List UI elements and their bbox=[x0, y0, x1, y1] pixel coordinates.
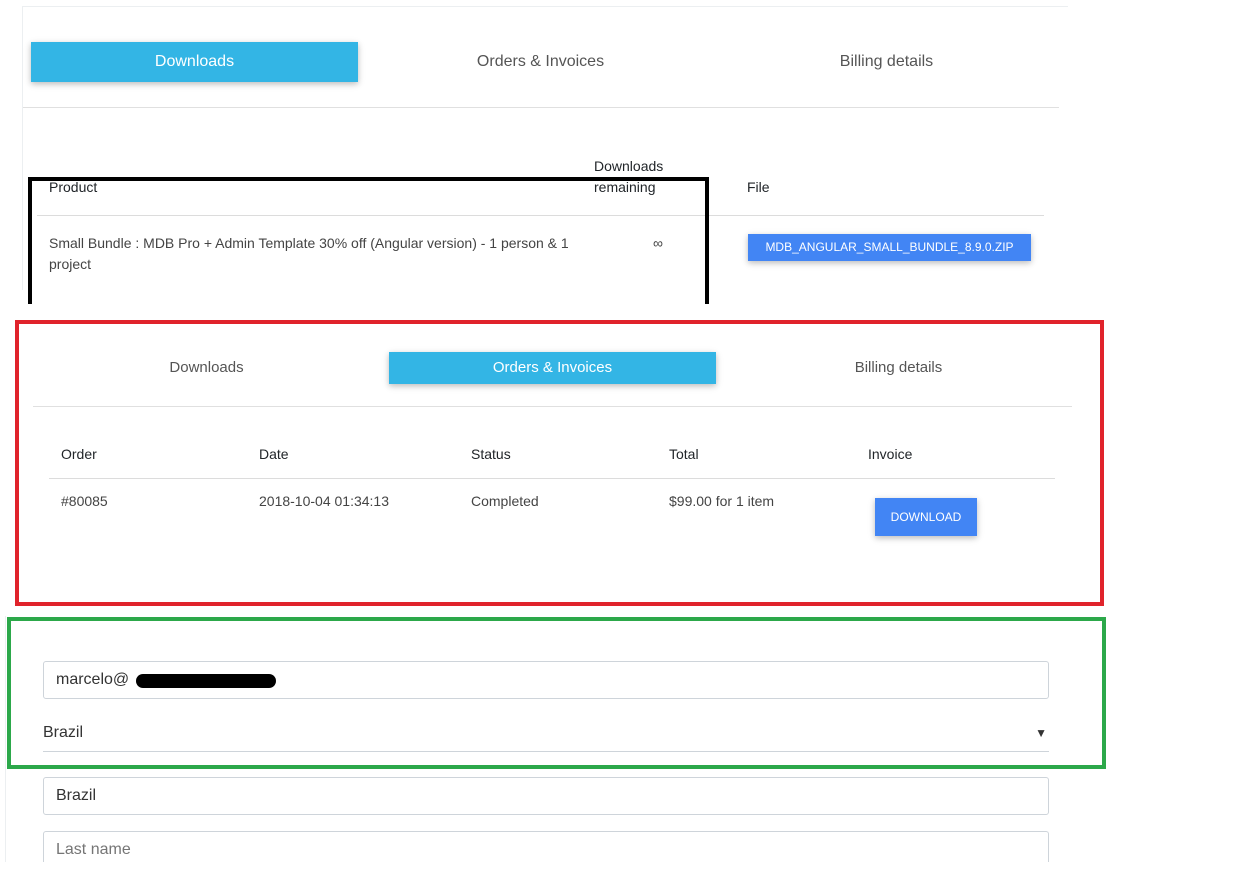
country-select-value: Brazil bbox=[43, 724, 84, 741]
product-cell: Small Bundle : MDB Pro + Admin Template … bbox=[49, 233, 589, 275]
orders-panel: Downloads Orders & Invoices Billing deta… bbox=[17, 322, 1103, 604]
tabs-divider bbox=[23, 107, 1059, 108]
header-total: Total bbox=[669, 446, 699, 462]
header-remaining-line2: remaining bbox=[594, 179, 656, 195]
header-date: Date bbox=[259, 446, 289, 462]
tab-billing-details[interactable]: Billing details bbox=[723, 42, 1050, 82]
header-order: Order bbox=[61, 446, 97, 462]
header-invoice: Invoice bbox=[868, 446, 913, 462]
header-file: File bbox=[747, 179, 770, 195]
header-remaining-line1: Downloads bbox=[594, 158, 664, 174]
header-downloads-remaining: Downloads remaining bbox=[594, 156, 663, 198]
order-total: $99.00 for 1 item bbox=[669, 493, 775, 509]
header-product: Product bbox=[49, 179, 98, 195]
product-line2: project bbox=[49, 256, 92, 272]
redaction-mark bbox=[136, 674, 276, 688]
billing-panel: marcelo@ Brazil ▼ Brazil Last name bbox=[5, 616, 1105, 862]
country-select[interactable]: Brazil ▼ bbox=[43, 716, 1049, 752]
email-value: marcelo@ bbox=[56, 671, 130, 688]
table-header-divider bbox=[37, 215, 1044, 216]
invoice-download-button[interactable]: DOWNLOAD bbox=[875, 498, 977, 536]
order-date: 2018-10-04 01:34:13 bbox=[259, 493, 389, 509]
last-name-field[interactable]: Last name bbox=[43, 831, 1049, 862]
header-status: Status bbox=[471, 446, 511, 462]
tab-orders-invoices[interactable]: Orders & Invoices bbox=[377, 42, 704, 82]
caret-down-icon: ▼ bbox=[1035, 726, 1047, 740]
downloads-panel: Downloads Orders & Invoices Billing deta… bbox=[22, 6, 1068, 290]
order-number: #80085 bbox=[61, 493, 108, 509]
tab-downloads-2[interactable]: Downloads bbox=[43, 352, 370, 384]
product-line1: Small Bundle : MDB Pro + Admin Template … bbox=[49, 235, 569, 251]
state-field[interactable]: Brazil bbox=[43, 777, 1049, 815]
orders-header-divider bbox=[49, 478, 1055, 479]
order-status: Completed bbox=[471, 493, 539, 509]
tab-downloads[interactable]: Downloads bbox=[31, 42, 358, 82]
download-file-button[interactable]: MDB_ANGULAR_SMALL_BUNDLE_8.9.0.ZIP bbox=[748, 234, 1031, 261]
state-value: Brazil bbox=[56, 787, 97, 804]
tabs-divider-2 bbox=[33, 406, 1072, 407]
tab-orders-invoices-2[interactable]: Orders & Invoices bbox=[389, 352, 716, 384]
tab-billing-details-2[interactable]: Billing details bbox=[735, 352, 1062, 384]
last-name-placeholder: Last name bbox=[56, 841, 131, 858]
remaining-cell: ∞ bbox=[653, 235, 663, 251]
